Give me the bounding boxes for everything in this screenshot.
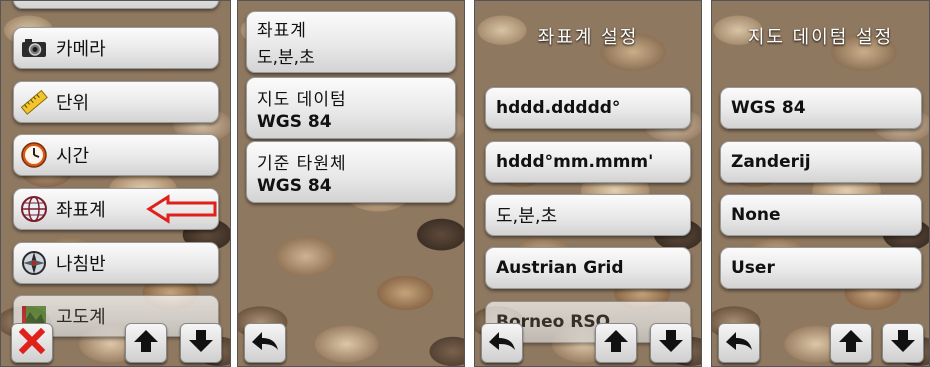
arrow-down-icon — [890, 328, 916, 358]
option-item[interactable]: User — [720, 247, 922, 289]
arrow-up-icon — [603, 328, 629, 358]
arrow-down-icon — [188, 328, 214, 358]
scroll-down-button[interactable] — [650, 323, 692, 363]
setting-map-datum[interactable]: 지도 데이텀 WGS 84 — [246, 77, 456, 139]
setting-value: 도,분,초 — [257, 48, 315, 68]
arrow-down-icon — [658, 328, 684, 358]
position-format-options-screen: 좌표계 설정 hddd.ddddd° hddd°mm.mmm' 도,분,초 Au… — [474, 0, 702, 367]
option-label: WGS 84 — [731, 98, 806, 118]
back-button[interactable] — [244, 323, 286, 363]
menu-item-label: 시간 — [56, 146, 90, 167]
menu-item-heading[interactable]: 나침반 — [13, 242, 219, 284]
option-label: None — [731, 205, 781, 225]
back-button[interactable] — [481, 323, 523, 363]
menu-item-label: 고도계 — [56, 307, 106, 328]
option-item[interactable]: hddd.ddddd° — [485, 87, 691, 129]
compass-icon — [20, 249, 48, 277]
option-item[interactable]: Zanderij — [720, 141, 922, 183]
scroll-up-button[interactable] — [595, 323, 637, 363]
arrow-up-icon — [133, 328, 159, 358]
menu-item-top-partial[interactable] — [13, 1, 219, 9]
back-arrow-icon — [250, 328, 280, 358]
option-item[interactable]: 도,분,초 — [485, 194, 691, 236]
menu-item-label: 단위 — [56, 93, 90, 114]
setting-title: 지도 데이텀 — [257, 89, 347, 110]
setting-value: WGS 84 — [257, 175, 332, 196]
scroll-down-button[interactable] — [180, 323, 222, 363]
back-arrow-icon — [724, 328, 754, 358]
setup-menu-screen: 카메라 단위 시간 좌표계 나침반 고도계 — [0, 0, 231, 367]
menu-item-position-format[interactable]: 좌표계 — [13, 188, 219, 230]
option-item[interactable]: WGS 84 — [720, 87, 922, 129]
scroll-up-button[interactable] — [125, 323, 167, 363]
scroll-up-button[interactable] — [830, 323, 872, 363]
close-button[interactable] — [11, 323, 53, 363]
camera-icon — [20, 34, 48, 62]
option-item[interactable]: hddd°mm.mmm' — [485, 141, 691, 183]
arrow-up-icon — [838, 328, 864, 358]
map-datum-options-screen: 지도 데이텀 설정 WGS 84 Zanderij None User — [711, 0, 930, 367]
option-label: Zanderij — [731, 152, 811, 172]
position-format-settings-screen: 좌표계 도,분,초 지도 데이텀 WGS 84 기준 타원체 WGS 84 — [237, 0, 465, 367]
clock-icon — [20, 141, 48, 169]
back-arrow-icon — [487, 328, 517, 358]
option-label: hddd°mm.mmm' — [496, 152, 654, 172]
option-label: hddd.ddddd° — [496, 98, 621, 118]
option-item[interactable]: None — [720, 194, 922, 236]
screen-title: 좌표계 설정 — [537, 27, 639, 48]
option-label: Austrian Grid — [496, 258, 624, 278]
highlight-arrow-icon — [146, 194, 218, 229]
ruler-icon — [20, 88, 48, 116]
option-label: User — [731, 258, 775, 278]
menu-item-units[interactable]: 단위 — [13, 81, 219, 123]
back-button[interactable] — [718, 323, 760, 363]
scroll-down-button[interactable] — [882, 323, 924, 363]
menu-item-label: 카메라 — [56, 39, 106, 60]
setting-position-format[interactable]: 좌표계 도,분,초 — [246, 11, 456, 73]
close-icon — [18, 327, 46, 358]
menu-item-camera[interactable]: 카메라 — [13, 27, 219, 69]
globe-icon — [20, 195, 48, 223]
setting-title: 기준 타원체 — [257, 153, 347, 174]
option-label: 도,분,초 — [496, 206, 558, 227]
menu-item-time[interactable]: 시간 — [13, 134, 219, 176]
setting-title: 좌표계 — [257, 21, 307, 41]
menu-item-label: 나침반 — [56, 254, 106, 275]
menu-item-label: 좌표계 — [56, 200, 106, 221]
option-item[interactable]: Austrian Grid — [485, 247, 691, 289]
setting-value: WGS 84 — [257, 111, 332, 132]
setting-map-spheroid[interactable]: 기준 타원체 WGS 84 — [246, 141, 456, 203]
screen-title: 지도 데이텀 설정 — [747, 27, 894, 48]
